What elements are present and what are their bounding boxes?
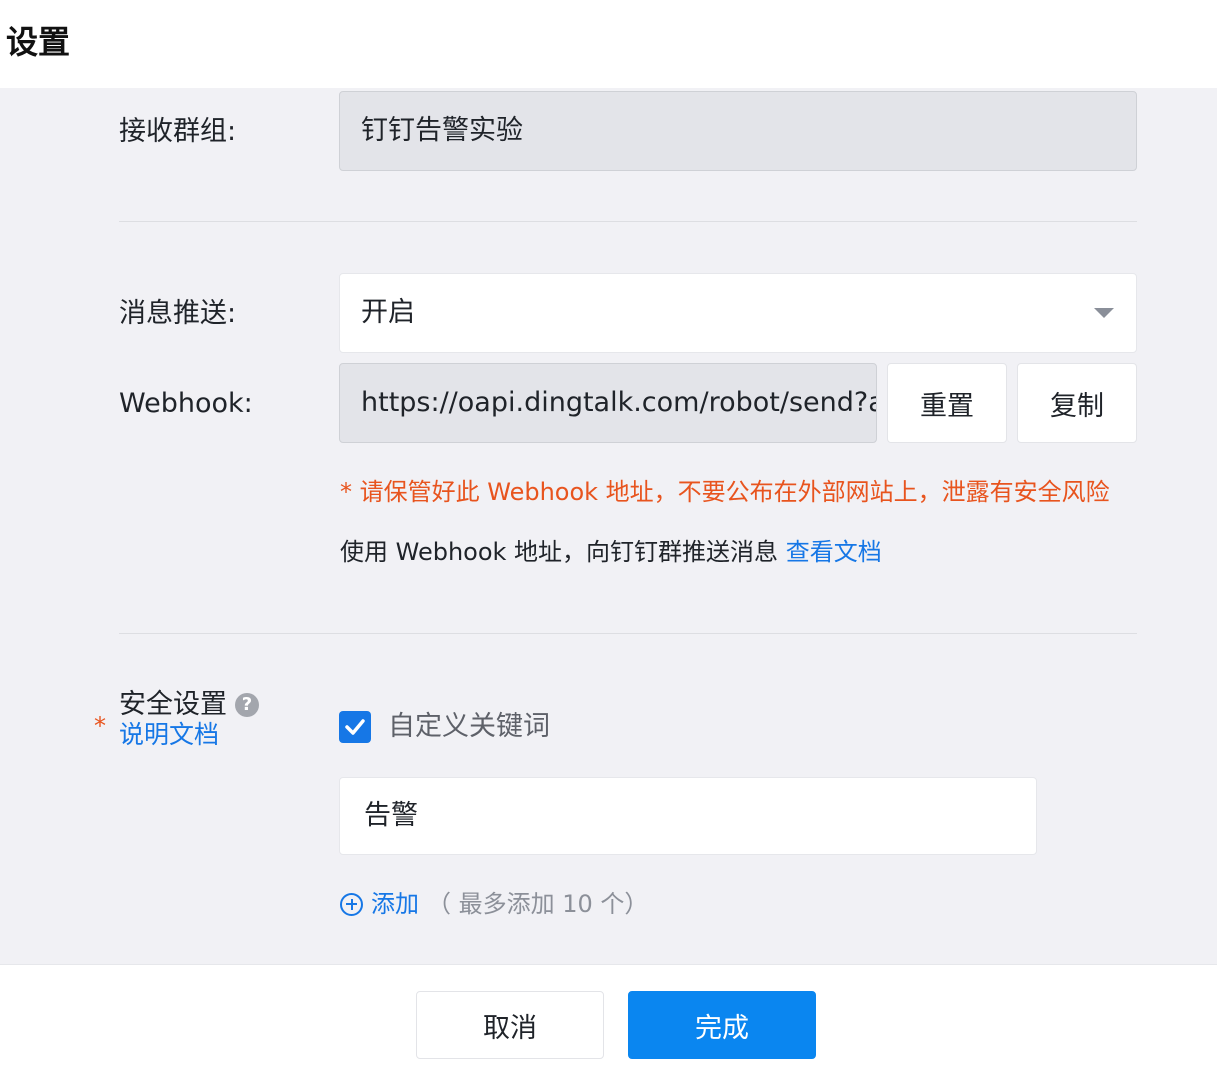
webhook-label: Webhook: (119, 388, 253, 419)
webhook-warning: * 请保管好此 Webhook 地址，不要公布在外部网站上，泄露有安全风险 (340, 478, 1110, 506)
divider (119, 633, 1137, 634)
required-mark: * (94, 712, 106, 740)
question-circle-icon[interactable]: ? (235, 693, 259, 717)
done-button[interactable]: 完成 (628, 991, 816, 1059)
group-value: 钉钉告警实验 (361, 115, 523, 146)
custom-keyword-checkbox[interactable] (339, 711, 371, 743)
keyword-input[interactable]: 告警 (339, 777, 1037, 855)
webhook-hint: 使用 Webhook 地址，向钉钉群推送消息 查看文档 (340, 535, 882, 569)
group-label: 接收群组: (119, 116, 237, 147)
push-label: 消息推送: (119, 298, 237, 329)
copy-button[interactable]: 复制 (1017, 363, 1137, 443)
group-field: 钉钉告警实验 (339, 91, 1137, 171)
header: 设置 (0, 0, 1217, 88)
push-select-value: 开启 (361, 297, 415, 328)
push-select[interactable]: 开启 (339, 273, 1137, 353)
webhook-url-field[interactable]: https://oapi.dingtalk.com/robot/send?ac (339, 363, 877, 443)
caret-down-icon (1094, 308, 1114, 318)
divider (119, 221, 1137, 222)
custom-keyword-label: 自定义关键词 (388, 711, 550, 742)
reset-button[interactable]: 重置 (887, 363, 1007, 443)
security-doc-link[interactable]: 说明文档 (119, 716, 219, 754)
page-title: 设置 (6, 23, 71, 61)
add-limit-note: （ 最多添加 10 个） (427, 890, 649, 918)
add-keyword-row: 添加 （ 最多添加 10 个） (340, 887, 648, 921)
add-keyword-link[interactable]: 添加 (371, 887, 419, 921)
footer: 取消 完成 (0, 964, 1217, 1069)
webhook-url-value: https://oapi.dingtalk.com/robot/send?ac (361, 387, 877, 418)
view-docs-link[interactable]: 查看文档 (786, 538, 882, 566)
keyword-value: 告警 (364, 800, 418, 831)
webhook-hint-text: 使用 Webhook 地址，向钉钉群推送消息 (340, 538, 779, 566)
plus-circle-icon[interactable] (340, 892, 363, 916)
check-icon (345, 719, 365, 735)
cancel-button[interactable]: 取消 (416, 991, 604, 1059)
